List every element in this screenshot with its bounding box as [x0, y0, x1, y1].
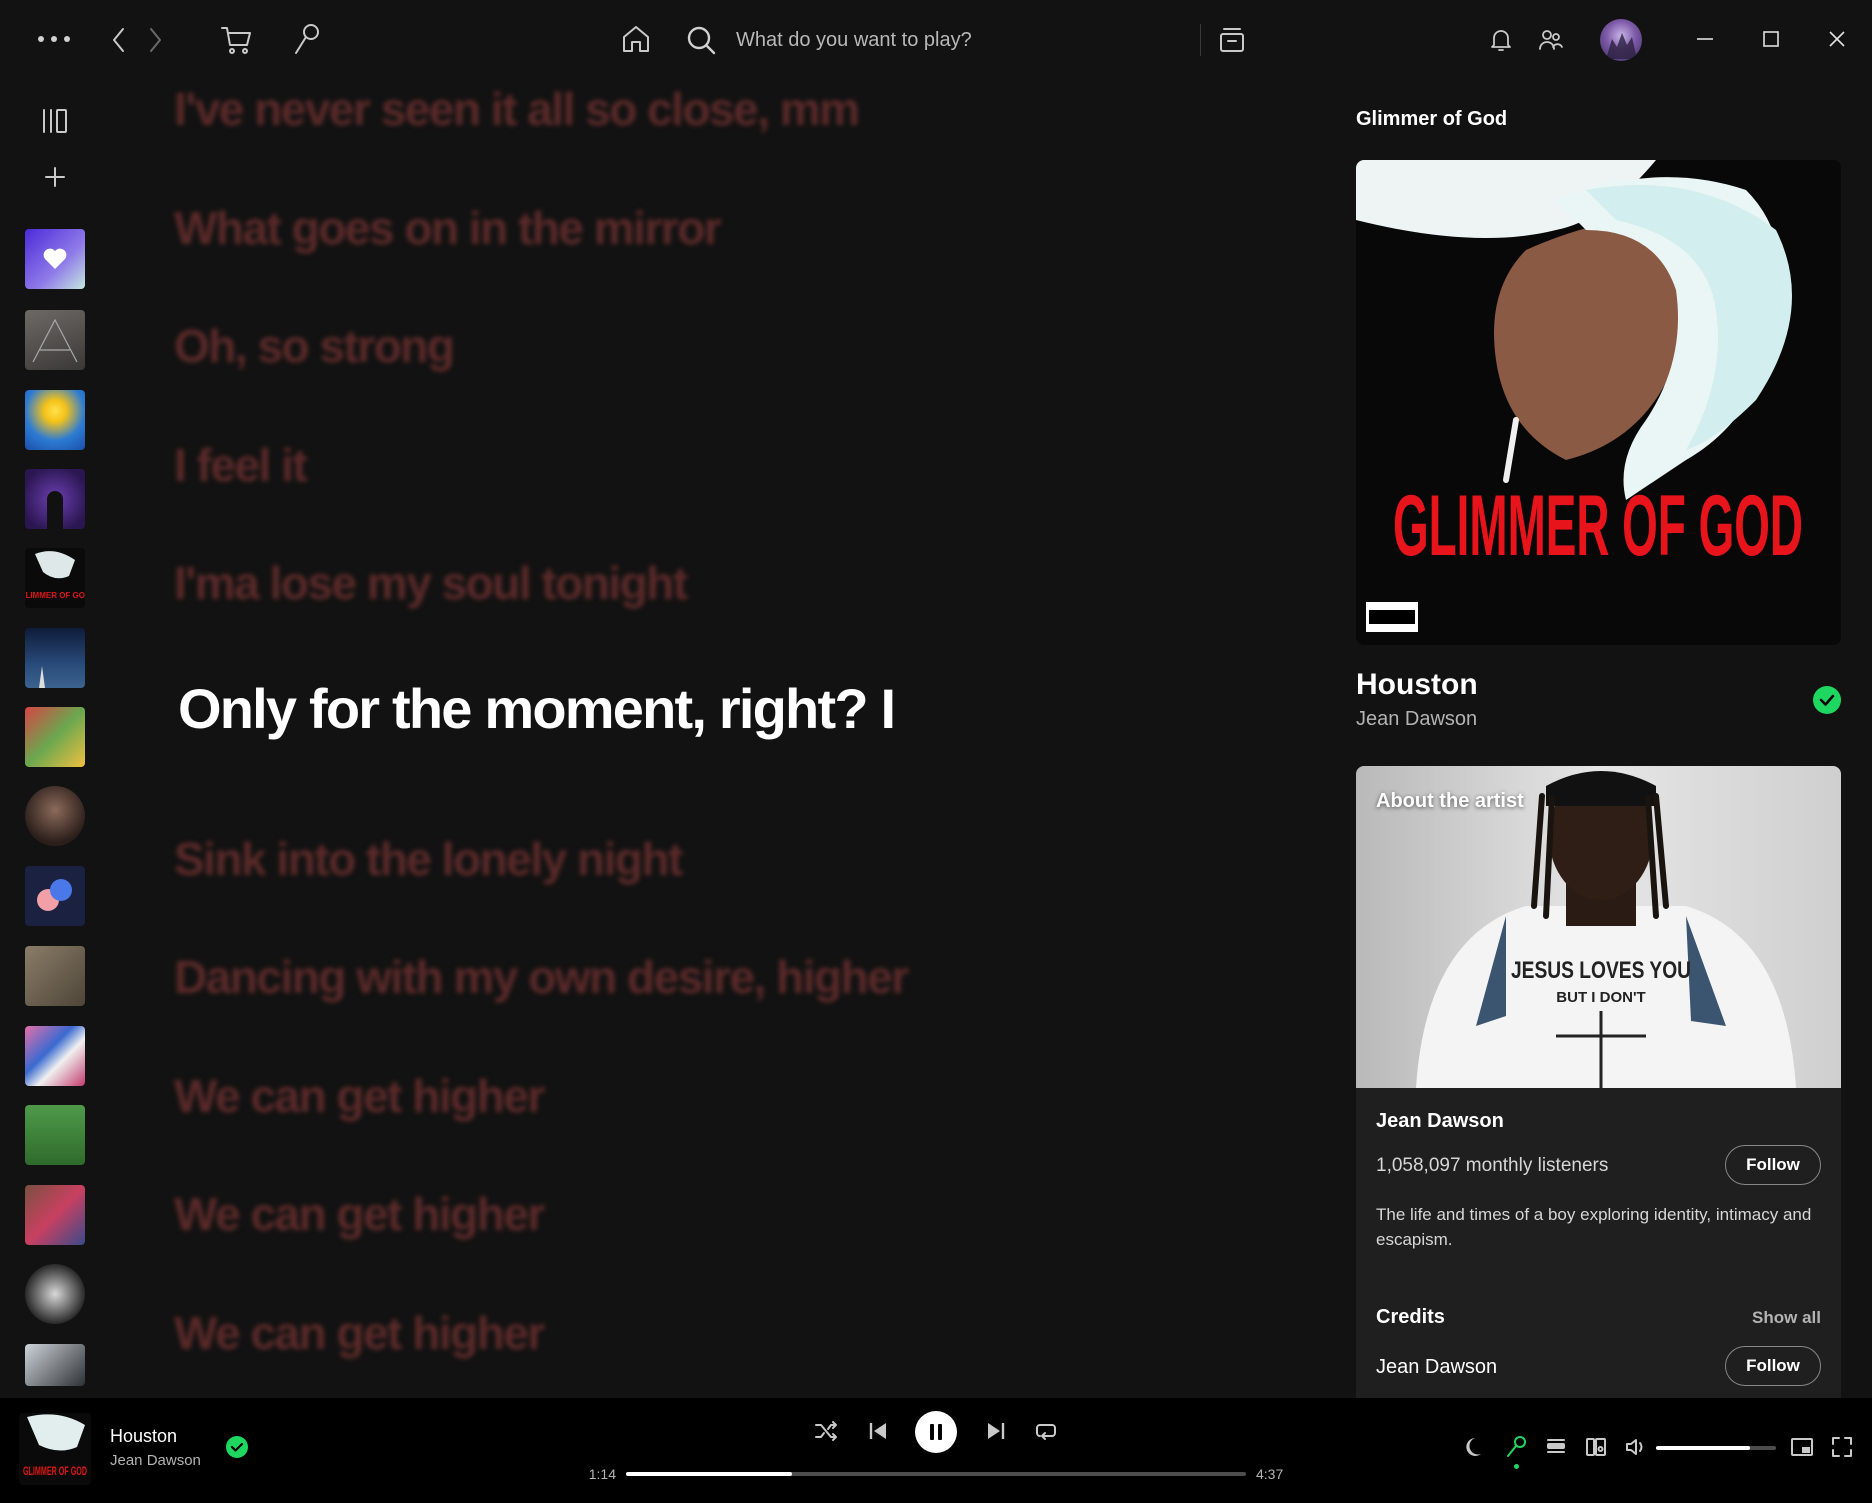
lyric-line[interactable]: We can get higher [174, 1187, 545, 1241]
lyric-line[interactable]: I've never seen it all so close, mm [174, 82, 860, 136]
more-icon[interactable] [34, 22, 74, 56]
library-rail: GLIMMER OF GOD [0, 78, 110, 1398]
brush-icon[interactable] [288, 18, 324, 60]
lyrics-active-dot [1514, 1464, 1519, 1469]
previous-icon[interactable] [864, 1416, 892, 1446]
search-icon [686, 25, 716, 55]
playlist-thumb[interactable] [25, 1185, 85, 1245]
top-bar: What do you want to play? [0, 0, 1872, 78]
credit-name[interactable]: Jean Dawson [1376, 1356, 1497, 1379]
playlist-thumb[interactable] [25, 628, 85, 688]
fullscreen-icon[interactable] [1828, 1432, 1856, 1462]
shuffle-icon[interactable] [812, 1416, 840, 1446]
playlist-thumb[interactable] [25, 866, 85, 926]
next-icon[interactable] [982, 1416, 1010, 1446]
playlist-thumb[interactable] [25, 469, 85, 529]
playlist-thumb[interactable]: GLIMMER OF GOD [25, 548, 85, 608]
lyric-line[interactable]: Sink into the lonely night [174, 832, 683, 886]
about-artist-card[interactable]: JESUS LOVES YOU BUT I DON'T About the ar… [1356, 766, 1841, 1446]
browse-icon[interactable] [1214, 20, 1250, 60]
lyric-line[interactable]: What goes on in the mirror [174, 201, 722, 255]
sleep-icon[interactable] [1462, 1432, 1490, 1462]
now-playing-header[interactable]: Glimmer of God [1356, 108, 1507, 131]
bell-icon[interactable] [1486, 24, 1516, 56]
credit-follow-button[interactable]: Follow [1725, 1346, 1821, 1386]
track-artist[interactable]: Jean Dawson [1356, 708, 1477, 731]
progress-bar[interactable] [626, 1472, 1246, 1476]
lyrics-icon[interactable] [1502, 1432, 1530, 1462]
follow-button[interactable]: Follow [1725, 1145, 1821, 1185]
now-playing-thumb[interactable]: GLIMMER OF GOD [19, 1413, 91, 1485]
pause-icon[interactable] [915, 1411, 957, 1453]
cover-title: GLIMMER OF GOD [1393, 478, 1803, 574]
volume-fill [1656, 1446, 1750, 1450]
minimize-icon[interactable] [1672, 0, 1738, 78]
lyric-line[interactable]: Oh, so strong [174, 319, 455, 373]
close-icon[interactable] [1804, 0, 1870, 78]
repeat-icon[interactable] [1032, 1416, 1060, 1446]
volume-icon[interactable] [1622, 1432, 1650, 1462]
monthly-listeners: 1,058,097 monthly listeners [1376, 1155, 1609, 1176]
saved-check-icon[interactable] [1813, 686, 1841, 714]
volume-slider[interactable] [1656, 1446, 1776, 1450]
search-bar[interactable]: What do you want to play? [686, 18, 1186, 62]
shirt-text-2: BUT I DON'T [1556, 989, 1645, 1006]
about-artist-label: About the artist [1376, 790, 1524, 812]
plus-icon[interactable] [38, 160, 72, 194]
lyric-line[interactable]: We can get higher [174, 1306, 545, 1360]
artist-name[interactable]: Jean Dawson [1376, 1110, 1504, 1133]
playlist-thumb[interactable] [25, 1026, 85, 1086]
player-track-artist[interactable]: Jean Dawson [110, 1452, 201, 1469]
lyric-line[interactable]: We can get higher [174, 1069, 545, 1123]
artist-bio[interactable]: The life and times of a boy exploring id… [1376, 1202, 1826, 1252]
credits-show-all-link[interactable]: Show all [1752, 1308, 1821, 1328]
credits-label: Credits [1376, 1306, 1445, 1328]
cart-icon[interactable] [216, 20, 256, 60]
playlist-thumb[interactable] [25, 786, 85, 846]
playlist-thumb[interactable] [25, 390, 85, 450]
progress-fill [626, 1472, 792, 1476]
liked-songs-thumb[interactable] [25, 229, 85, 289]
playlist-thumb[interactable] [25, 946, 85, 1006]
maximize-icon[interactable] [1738, 0, 1804, 78]
now-playing-panel: Glimmer of God GLIMMER OF GOD Houston Je… [1340, 78, 1872, 1446]
artist-photo: JESUS LOVES YOU BUT I DON'T [1356, 766, 1841, 1088]
miniplayer-icon[interactable] [1788, 1432, 1816, 1462]
album-cover[interactable]: GLIMMER OF GOD [1356, 160, 1841, 645]
total-time: 4:37 [1256, 1466, 1284, 1482]
thumb-title: GLIMMER OF GOD [23, 1464, 87, 1478]
forward-icon[interactable] [140, 22, 170, 58]
playlist-thumb[interactable] [25, 1105, 85, 1165]
playlist-thumb[interactable] [25, 1344, 85, 1386]
connect-icon[interactable] [1582, 1432, 1610, 1462]
player-bar: GLIMMER OF GOD Houston Jean Dawson 1:14 … [0, 1398, 1872, 1503]
friends-icon[interactable] [1536, 24, 1566, 56]
playlist-thumb[interactable] [25, 707, 85, 767]
lyric-line[interactable]: I feel it [174, 438, 308, 492]
avatar[interactable] [1600, 19, 1642, 61]
search-divider [1200, 24, 1201, 56]
player-track-title[interactable]: Houston [110, 1426, 177, 1447]
home-icon[interactable] [616, 18, 656, 60]
lyric-line[interactable]: Dancing with my own desire, higher [174, 950, 909, 1004]
search-input[interactable]: What do you want to play? [736, 29, 972, 52]
saved-check-icon[interactable] [226, 1436, 248, 1458]
library-icon[interactable] [36, 102, 74, 140]
lyric-line[interactable]: I'ma lose my soul tonight [174, 556, 688, 610]
queue-icon[interactable] [1542, 1432, 1570, 1462]
svg-text:GLIMMER OF GOD: GLIMMER OF GOD [25, 591, 85, 600]
playlist-thumb[interactable] [25, 1264, 85, 1324]
track-title[interactable]: Houston [1356, 668, 1478, 702]
elapsed-time: 1:14 [588, 1466, 616, 1482]
back-icon[interactable] [104, 22, 134, 58]
playlist-thumb[interactable] [25, 310, 85, 370]
shirt-text-1: JESUS LOVES YOU [1511, 957, 1691, 984]
lyrics-view: I've never seen it all so close, mm What… [110, 78, 1330, 1398]
lyric-line-active[interactable]: Only for the moment, right? I [178, 676, 896, 741]
